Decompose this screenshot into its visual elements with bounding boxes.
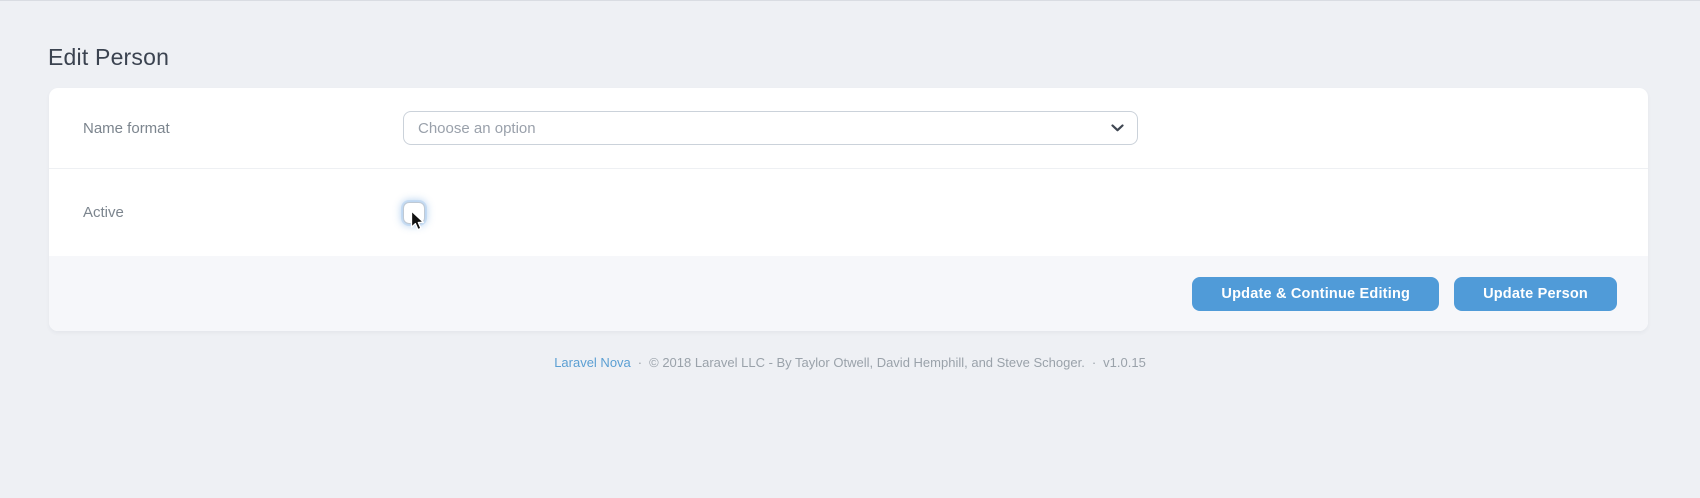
card-footer: Update & Continue Editing Update Person (49, 256, 1648, 331)
chevron-down-icon (1111, 124, 1124, 132)
laravel-nova-link[interactable]: Laravel Nova (554, 355, 631, 370)
page-title: Edit Person (48, 44, 169, 71)
name-format-label: Name format (83, 120, 403, 137)
active-checkbox[interactable] (403, 202, 425, 224)
active-label: Active (83, 204, 403, 221)
separator-dot: · (1092, 355, 1096, 370)
page-footer: Laravel Nova · © 2018 Laravel LLC - By Tay… (0, 355, 1700, 370)
edit-person-page: Edit Person Name format Choose an option… (0, 0, 1700, 498)
form-row-active: Active (49, 169, 1648, 256)
form-row-name-format: Name format Choose an option (49, 88, 1648, 169)
edit-form-card: Name format Choose an option Active Upda… (49, 88, 1648, 331)
name-format-select-value: Choose an option (418, 120, 536, 137)
version-text: v1.0.15 (1103, 355, 1146, 370)
update-continue-editing-button[interactable]: Update & Continue Editing (1192, 277, 1439, 311)
copyright-text: © 2018 Laravel LLC - By Taylor Otwell, D… (649, 355, 1085, 370)
name-format-select[interactable]: Choose an option (403, 111, 1138, 145)
update-person-button[interactable]: Update Person (1454, 277, 1617, 311)
separator-dot: · (638, 355, 642, 370)
